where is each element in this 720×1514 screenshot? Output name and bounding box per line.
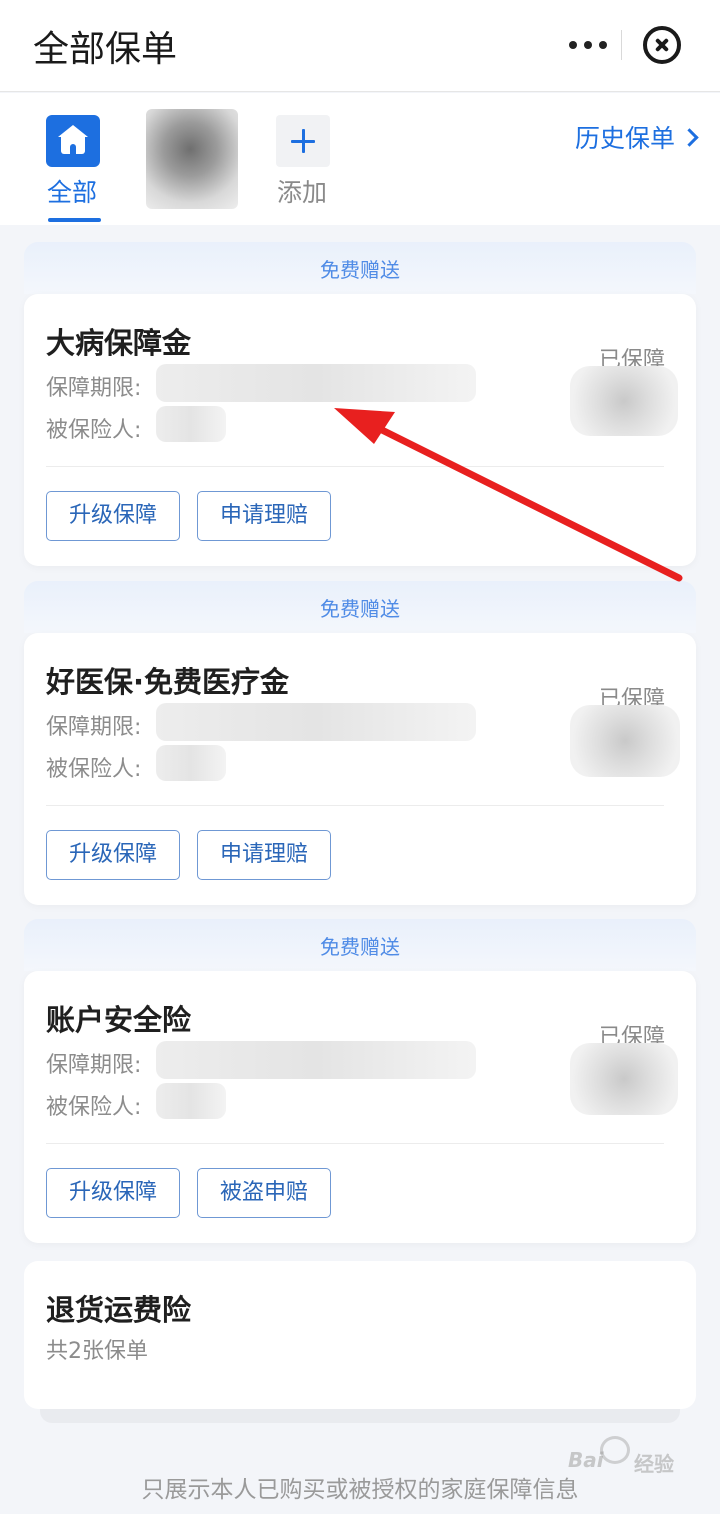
upgrade-button[interactable]: 升级保障 (46, 491, 180, 541)
watermark-brand: Bai (568, 1448, 604, 1472)
redacted-badge (570, 1043, 678, 1115)
capsule-divider (621, 30, 622, 60)
period-label: 保障期限: (46, 1053, 142, 1078)
chevron-right-icon (680, 127, 699, 147)
card-divider (46, 466, 664, 467)
policy-group-return-shipping[interactable]: 退货运费险 共2张保单 (24, 1261, 696, 1409)
policy-name: 大病保障金 (46, 326, 192, 360)
policy-card-medical-fund[interactable]: 好医保·免费医疗金 已保障 保障期限: 被保险人: 升级保障 申请理赔 (24, 633, 696, 905)
insured-label: 被保险人: (46, 757, 142, 782)
period-label: 保障期限: (46, 715, 142, 740)
free-gift-ribbon: 免费赠送 (24, 242, 696, 294)
plus-icon (276, 115, 330, 167)
policy-name: 好医保·免费医疗金 (46, 665, 290, 699)
watermark-brand-cn: 经验 (634, 1452, 674, 1476)
more-options-button[interactable] (555, 18, 621, 72)
tab-add-label: 添加 (277, 178, 328, 207)
close-icon[interactable] (643, 26, 681, 64)
claim-button[interactable]: 申请理赔 (197, 830, 331, 880)
card-divider (46, 805, 664, 806)
mini-program-capsule (555, 18, 705, 72)
paw-icon (600, 1436, 630, 1464)
tab-all-label: 全部 (47, 178, 98, 207)
active-tab-indicator (48, 218, 101, 222)
free-gift-ribbon: 免费赠送 (24, 581, 696, 633)
upgrade-button[interactable]: 升级保障 (46, 1168, 180, 1218)
redacted-period (156, 703, 476, 741)
member-avatar[interactable] (146, 109, 238, 209)
redacted-insured (156, 745, 226, 781)
period-label: 保障期限: (46, 376, 142, 401)
policy-count: 共2张保单 (46, 1339, 148, 1364)
stacked-card-shadow (40, 1409, 680, 1423)
redacted-insured (156, 406, 226, 442)
redacted-badge (570, 366, 678, 436)
policy-card-critical-illness[interactable]: 大病保障金 已保障 保障期限: 被保险人: 升级保障 申请理赔 (24, 294, 696, 566)
redacted-badge (570, 705, 680, 777)
insured-label: 被保险人: (46, 1095, 142, 1120)
redacted-period (156, 364, 476, 402)
claim-button[interactable]: 申请理赔 (197, 491, 331, 541)
history-policies-link[interactable]: 历史保单 (574, 119, 699, 155)
history-link-label: 历史保单 (574, 124, 675, 153)
more-dot-icon (599, 41, 607, 49)
redacted-period (156, 1041, 476, 1079)
more-dot-icon (569, 41, 577, 49)
home-icon (46, 115, 100, 167)
insured-label: 被保险人: (46, 418, 142, 443)
tab-add-member[interactable]: 添加 (276, 115, 336, 207)
watermark-logo: Bai 经验 (568, 1432, 698, 1494)
page-title: 全部保单 (33, 29, 178, 70)
card-divider (46, 1143, 664, 1144)
theft-claim-button[interactable]: 被盗申赔 (197, 1168, 331, 1218)
redacted-insured (156, 1083, 226, 1119)
free-gift-ribbon: 免费赠送 (24, 919, 696, 971)
policy-card-account-security[interactable]: 账户安全险 已保障 保障期限: 被保险人: 升级保障 被盗申赔 (24, 971, 696, 1243)
upgrade-button[interactable]: 升级保障 (46, 830, 180, 880)
tab-all[interactable]: 全部 (46, 115, 102, 207)
member-tabs: 全部 添加 历史保单 (0, 93, 720, 225)
more-dot-icon (584, 41, 592, 49)
policy-name: 账户安全险 (46, 1003, 192, 1037)
policy-group-name: 退货运费险 (46, 1293, 192, 1327)
top-bar: 全部保单 (0, 0, 720, 92)
